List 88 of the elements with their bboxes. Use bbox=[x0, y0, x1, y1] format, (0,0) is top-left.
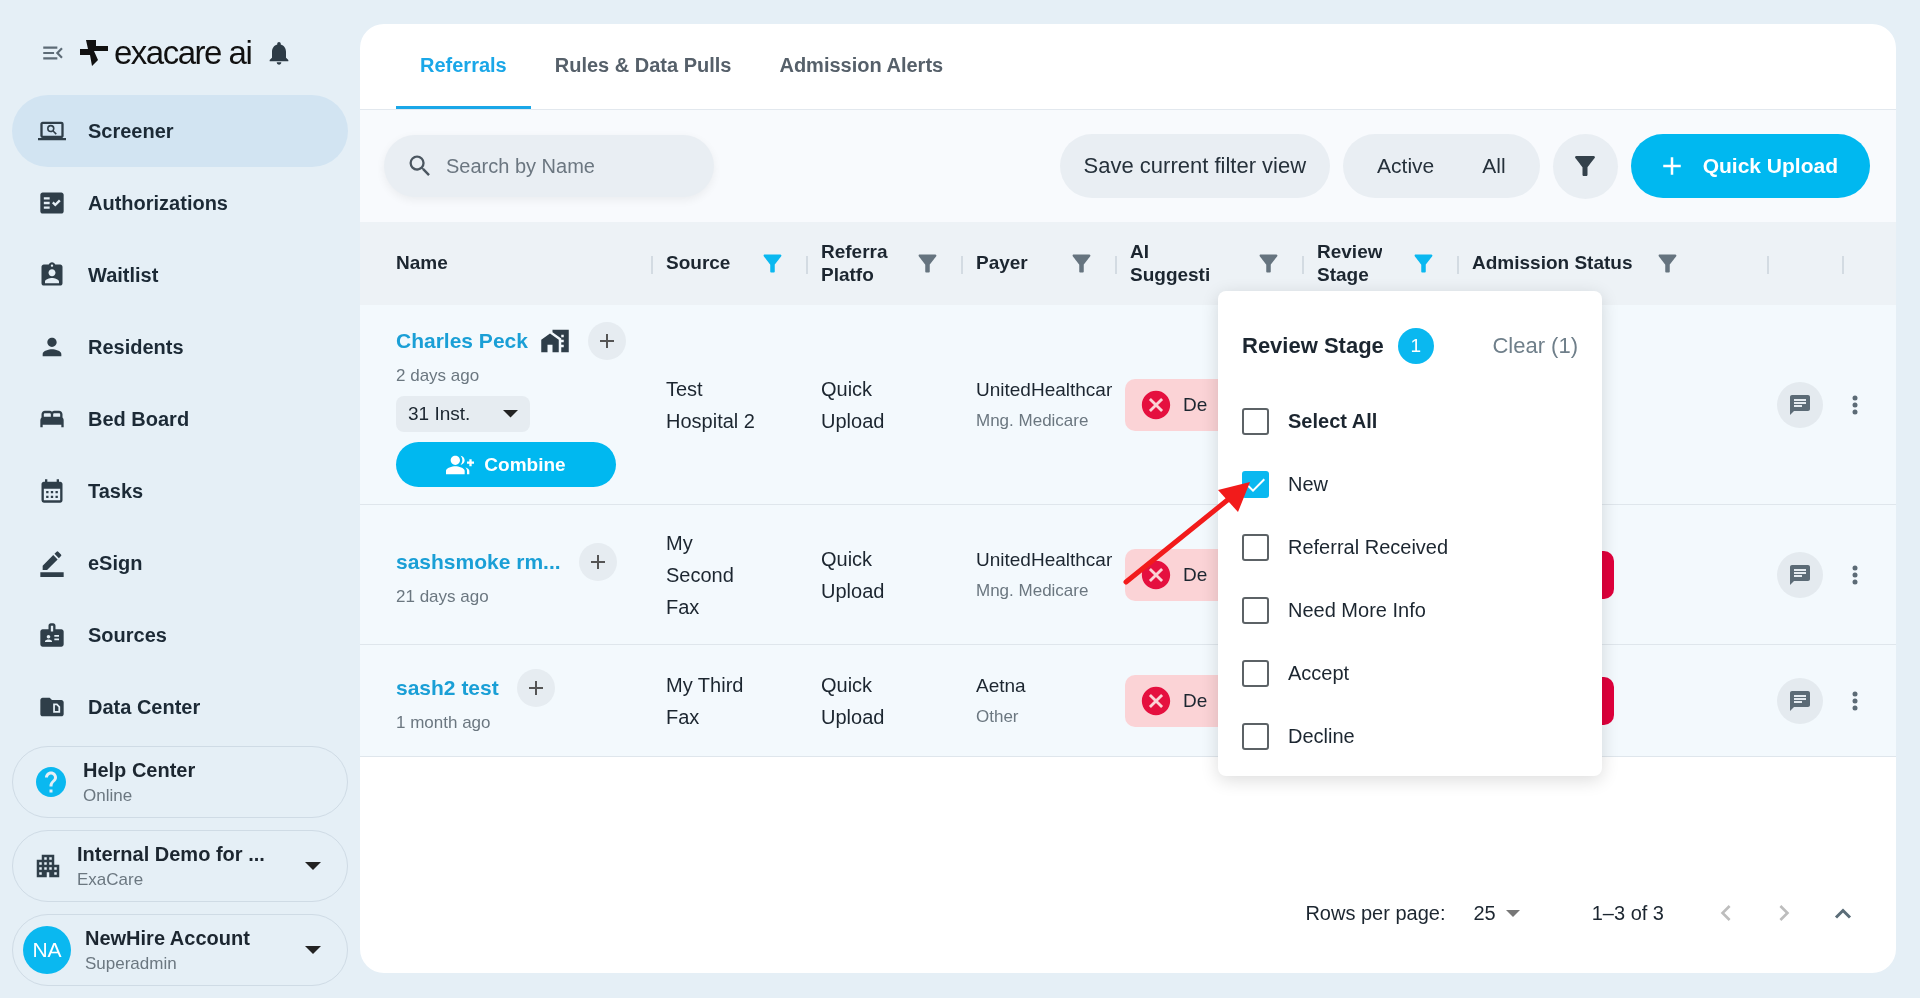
add-button[interactable] bbox=[516, 668, 555, 707]
save-filter-view-button[interactable]: Save current filter view bbox=[1059, 134, 1331, 198]
nav-item[interactable]: Authorizations bbox=[12, 167, 348, 239]
comment-icon bbox=[1788, 562, 1812, 587]
add-button[interactable] bbox=[578, 542, 617, 581]
logo-icon bbox=[80, 39, 110, 66]
column-header: Review Stage bbox=[1317, 240, 1383, 287]
nav-item[interactable]: Residents bbox=[12, 311, 348, 383]
checkbox[interactable] bbox=[1242, 534, 1269, 561]
rows-per-page-select[interactable]: 25 bbox=[1467, 900, 1526, 926]
comment-button[interactable] bbox=[1777, 381, 1823, 428]
more-button[interactable] bbox=[1852, 564, 1858, 585]
collapse-button[interactable] bbox=[1834, 907, 1852, 919]
column-header: Source bbox=[666, 252, 731, 275]
option-label: Select All bbox=[1288, 410, 1378, 433]
column-header: Referra Platfo bbox=[821, 240, 888, 287]
chevron-up-icon bbox=[1834, 907, 1852, 919]
column-header: Payer bbox=[976, 252, 1028, 275]
checkbox[interactable] bbox=[1242, 660, 1269, 687]
time-ago: 1 month ago bbox=[396, 712, 492, 733]
checkbox[interactable] bbox=[1242, 723, 1269, 750]
payer-name: Aetna bbox=[976, 674, 1027, 697]
user-name: NewHire Account bbox=[85, 926, 251, 950]
payer-name: UnitedHealthcar bbox=[976, 548, 1114, 571]
add-button[interactable] bbox=[587, 322, 626, 360]
search-field[interactable]: Search by Name bbox=[384, 135, 714, 197]
clear-button[interactable]: Clear (1) bbox=[1492, 333, 1578, 359]
tab[interactable]: Admission Alerts bbox=[755, 24, 968, 109]
page-range: 1–3 of 3 bbox=[1591, 901, 1664, 925]
brand-name: exacare ai bbox=[114, 33, 252, 72]
time-ago: 21 days ago bbox=[396, 586, 490, 607]
nav-item[interactable]: Bed Board bbox=[12, 383, 348, 455]
caret-icon bbox=[305, 862, 321, 870]
comment-icon bbox=[1788, 688, 1812, 713]
payer-type: Mng. Medicare bbox=[976, 580, 1090, 601]
nav-item[interactable]: Data Center bbox=[12, 671, 348, 743]
caret-icon bbox=[1505, 909, 1520, 917]
rows-per-page-label: Rows per page: bbox=[1305, 901, 1446, 925]
more-icon bbox=[1852, 564, 1858, 585]
checkbox[interactable] bbox=[1242, 597, 1269, 624]
option-label: Need More Info bbox=[1288, 599, 1426, 622]
caret-icon bbox=[305, 946, 321, 954]
tab[interactable]: Rules & Data Pulls bbox=[530, 24, 756, 109]
instances-dropdown[interactable]: 31 Inst. bbox=[396, 396, 530, 432]
view-option[interactable]: All bbox=[1458, 134, 1530, 198]
more-button[interactable] bbox=[1852, 394, 1858, 415]
comment-button[interactable] bbox=[1777, 677, 1823, 724]
more-icon bbox=[1852, 394, 1858, 415]
source-text: My Second Fax bbox=[666, 530, 735, 620]
nav-item[interactable]: Sources bbox=[12, 599, 348, 671]
platform-text: Quick Upload bbox=[821, 546, 886, 604]
platform-text: Quick Upload bbox=[821, 672, 886, 730]
nav-item[interactable]: eSign bbox=[12, 527, 348, 599]
more-button[interactable] bbox=[1852, 690, 1858, 711]
nav-item[interactable]: Screener bbox=[12, 95, 348, 167]
view-option[interactable]: Active bbox=[1353, 134, 1459, 198]
more-icon bbox=[1852, 690, 1858, 711]
id-badge-icon bbox=[38, 621, 66, 649]
column-header: AI Suggesti bbox=[1130, 240, 1211, 287]
payer-type: Mng. Medicare bbox=[976, 410, 1090, 431]
option-label: New bbox=[1288, 473, 1328, 496]
nav-item[interactable]: Tasks bbox=[12, 455, 348, 527]
time-ago: 2 days ago bbox=[396, 366, 481, 386]
count-badge: 1 bbox=[1397, 328, 1434, 364]
payer-name: UnitedHealthcar bbox=[976, 378, 1114, 401]
organization-name: Internal Demo for ... bbox=[77, 842, 266, 866]
pen-icon bbox=[38, 549, 66, 577]
option-label: Decline bbox=[1288, 725, 1355, 748]
source-text: My Third Fax bbox=[666, 672, 745, 730]
caret-icon bbox=[503, 410, 518, 418]
user-role: Superadmin bbox=[85, 953, 178, 974]
option-label: Referral Received bbox=[1288, 536, 1449, 559]
user-avatar: NA bbox=[23, 926, 71, 974]
popover-title: Review Stage bbox=[1242, 333, 1384, 359]
column-header: Name bbox=[396, 252, 448, 275]
platform-text: Quick Upload bbox=[821, 376, 886, 434]
comment-icon bbox=[1788, 392, 1812, 417]
organization-subtitle: ExaCare bbox=[77, 869, 145, 890]
column-header: Admission Status bbox=[1472, 252, 1633, 275]
nav-item[interactable]: Waitlist bbox=[12, 239, 348, 311]
option-label: Accept bbox=[1288, 662, 1350, 685]
help-title: Help Center bbox=[83, 758, 197, 782]
help-icon bbox=[33, 764, 69, 800]
comment-button[interactable] bbox=[1777, 551, 1823, 598]
source-text: Test Hospital 2 bbox=[666, 376, 756, 434]
payer-type: Other bbox=[976, 706, 1020, 727]
help-status: Online bbox=[83, 785, 134, 806]
checkbox[interactable] bbox=[1242, 408, 1269, 435]
